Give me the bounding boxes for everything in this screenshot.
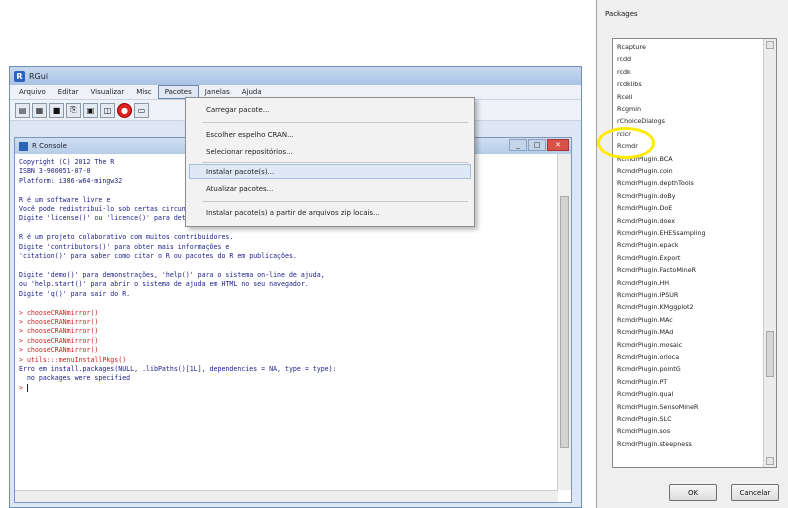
package-list[interactable]: Rcapture rcdd rcdk rcdklibs Rcell Rcgmin rChoi…: [612, 38, 777, 468]
package-list-item[interactable]: RcmdrPlugin.depthTools: [617, 179, 694, 187]
ok-button[interactable]: OK: [669, 484, 717, 501]
menu-item-atualizar-pacotes[interactable]: Atualizar pacotes...: [206, 185, 273, 193]
package-list-item[interactable]: RcmdrPlugin.PT: [617, 378, 667, 386]
console-line: > chooseCRANmirror(): [19, 327, 99, 336]
package-list-item[interactable]: RcmdrPlugin.coin: [617, 167, 673, 175]
packages-dialog: Packages Rcapture rcdd rcdk rcdklibs Rcell Rc…: [596, 0, 788, 508]
package-list-item[interactable]: rcdk: [617, 68, 631, 76]
scroll-thumb[interactable]: [560, 196, 569, 448]
window-title: RGui: [29, 71, 49, 81]
scroll-thumb[interactable]: [766, 331, 774, 377]
package-list-item[interactable]: RcmdrPlugin.doex: [617, 217, 675, 225]
menu-item-instalar-pacotes[interactable]: Instalar pacote(s)...: [206, 168, 274, 176]
console-horizontal-scrollbar[interactable]: [15, 490, 558, 502]
console-line: R é um projeto colaborativo com muitos c…: [19, 233, 234, 242]
package-list-item[interactable]: RcmdrPlugin.SLC: [617, 415, 672, 423]
console-line: Digite 'demo()' para demonstrações, 'hel…: [19, 270, 325, 279]
console-line: 'citation()' para saber como citar o R o…: [19, 252, 297, 261]
cancel-button[interactable]: Cancelar: [731, 484, 779, 501]
package-list-item[interactable]: RcmdrPlugin.orloca: [617, 353, 679, 361]
package-list-item[interactable]: RcmdrPlugin.DoE: [617, 204, 672, 212]
close-button[interactable]: ✕: [547, 139, 569, 151]
rgui-titlebar[interactable]: R RGui: [10, 67, 581, 85]
package-list-item[interactable]: RcmdrPlugin.EHESsampling: [617, 229, 706, 237]
menu-visualizar[interactable]: Visualizar: [85, 85, 131, 99]
menu-item-instalar-zip[interactable]: Instalar pacote(s) a partir de arquivos …: [206, 209, 380, 217]
package-list-item[interactable]: RcmdrPlugin.doBy: [617, 192, 676, 200]
menu-misc[interactable]: Misc: [130, 85, 157, 99]
maximize-button[interactable]: □: [528, 139, 546, 151]
package-list-scrollbar[interactable]: [763, 39, 776, 467]
console-line: > chooseCRANmirror(): [19, 336, 99, 345]
menu-item-escolher-espelho[interactable]: Escolher espelho CRAN...: [206, 131, 294, 139]
load-workspace-icon[interactable]: ▦: [32, 102, 47, 118]
console-line: Erro em install.packages(NULL, .libPaths…: [19, 364, 337, 373]
console-title: R Console: [32, 142, 67, 150]
package-list-item[interactable]: RcmdrPlugin.SensoMineR: [617, 403, 698, 411]
package-list-item[interactable]: RcmdrPlugin.MAc: [617, 316, 673, 324]
console-line: >: [19, 383, 28, 392]
package-list-item[interactable]: RcmdrPlugin.MAd: [617, 328, 673, 336]
copy-paste-icon[interactable]: ◫: [100, 102, 115, 118]
package-list-item[interactable]: RcmdrPlugin.mosaic: [617, 341, 682, 349]
menu-editar[interactable]: Editar: [52, 85, 85, 99]
menu-item-carregar-pacote[interactable]: Carregar pacote...: [206, 106, 269, 114]
package-list-item[interactable]: RcmdrPlugin.epack: [617, 241, 679, 249]
paste-icon[interactable]: ▣: [83, 102, 98, 118]
copy-icon[interactable]: ⎘: [66, 102, 81, 118]
package-list-item[interactable]: RcmdrPlugin.IPSUR: [617, 291, 678, 299]
package-list-item[interactable]: RcmdrPlugin.HH: [617, 279, 669, 287]
menu-item-selecionar-repositorios[interactable]: Selecionar repositórios...: [206, 148, 293, 156]
package-list-item[interactable]: RcmdrPlugin.qual: [617, 390, 673, 398]
package-list-item[interactable]: RcmdrPlugin.Export: [617, 254, 680, 262]
menu-separator: [202, 201, 468, 202]
console-line: ou 'help.start()' para abrir o sistema d…: [19, 280, 309, 289]
console-icon: [19, 141, 28, 151]
scroll-down-icon[interactable]: [766, 457, 774, 465]
package-list-item[interactable]: RcmdrPlugin.sos: [617, 427, 670, 435]
minimize-button[interactable]: _: [509, 139, 527, 151]
menu-separator: [202, 122, 468, 123]
package-list-item[interactable]: RcmdrPlugin.pointG: [617, 365, 681, 373]
console-line: > chooseCRANmirror(): [19, 346, 99, 355]
package-list-item[interactable]: Rcgmin: [617, 105, 641, 113]
package-list-item[interactable]: RcmdrPlugin.steepness: [617, 440, 692, 448]
console-line: > chooseCRANmirror(): [19, 308, 99, 317]
console-line: > utils:::menuInstallPkgs(): [19, 355, 127, 364]
save-icon[interactable]: ■: [49, 102, 64, 118]
open-script-icon[interactable]: ▤: [15, 102, 30, 118]
menu-arquivo[interactable]: Arquivo: [13, 85, 52, 99]
r-logo-icon: R: [14, 70, 25, 82]
stop-icon[interactable]: ●: [117, 102, 132, 118]
print-icon[interactable]: ▭: [134, 102, 149, 118]
package-list-item[interactable]: Rcapture: [617, 43, 646, 51]
dialog-title: Packages: [605, 10, 638, 18]
package-list-item[interactable]: RcmdrPlugin.KMggplot2: [617, 303, 694, 311]
console-vertical-scrollbar[interactable]: [557, 154, 571, 490]
console-line: Digite 'q()' para sair do R.: [19, 289, 131, 298]
console-line: > chooseCRANmirror(): [19, 317, 99, 326]
highlight-circle: [597, 127, 655, 159]
menu-separator: [202, 162, 468, 163]
package-list-item[interactable]: RcmdrPlugin.FactoMineR: [617, 266, 696, 274]
text-cursor: [26, 383, 28, 392]
console-line: Digite 'contributors()' para obter mais …: [19, 242, 230, 251]
package-list-item[interactable]: Rcell: [617, 93, 632, 101]
package-list-item[interactable]: rcdklibs: [617, 80, 642, 88]
package-list-item[interactable]: rChoiceDialogs: [617, 117, 665, 125]
pacotes-dropdown: Carregar pacote... Escolher espelho CRAN…: [185, 97, 475, 227]
scroll-up-icon[interactable]: [766, 41, 774, 49]
console-line: no packages were specified: [19, 374, 131, 383]
package-list-item[interactable]: rcdd: [617, 55, 631, 63]
